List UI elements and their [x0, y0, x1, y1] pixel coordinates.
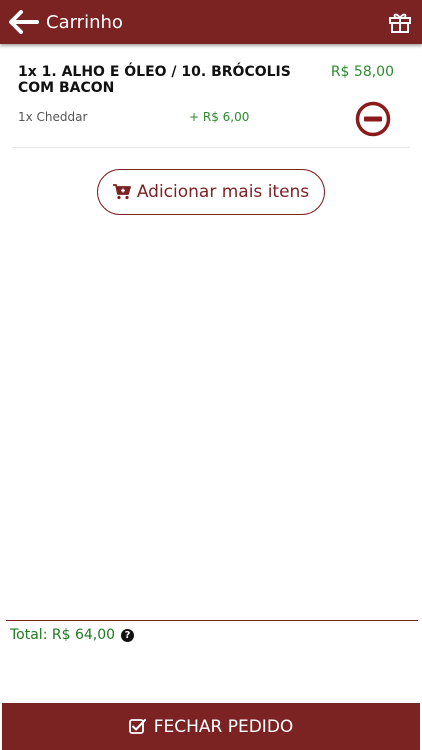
- order-total: Total: R$ 64,00 ?: [10, 627, 135, 643]
- total-label: Total: R$ 64,00: [10, 627, 116, 643]
- remove-item-button[interactable]: [355, 101, 391, 137]
- cart-item-price: R$ 58,00: [330, 64, 394, 80]
- add-more-items-button[interactable]: Adicionar mais itens: [97, 169, 325, 215]
- total-divider: [6, 620, 418, 621]
- question-circle-icon[interactable]: ?: [121, 628, 135, 642]
- minus-circle-icon: [355, 101, 391, 137]
- arrow-left-icon: [9, 10, 39, 34]
- cart-plus-icon: [112, 184, 131, 200]
- back-button[interactable]: [4, 0, 44, 44]
- add-more-items-label: Adicionar mais itens: [136, 182, 310, 202]
- page-title: Carrinho: [46, 11, 123, 33]
- checkout-button[interactable]: FECHAR PEDIDO: [2, 703, 420, 750]
- gift-button[interactable]: [386, 8, 414, 36]
- app-header: Carrinho: [0, 0, 422, 44]
- addon-price: + R$ 6,00: [189, 110, 250, 124]
- cart-item: 1x 1. ALHO E ÓLEO / 10. BRÓCOLIS COM BAC…: [12, 44, 410, 148]
- cart-item-name: 1x 1. ALHO E ÓLEO / 10. BRÓCOLIS COM BAC…: [18, 64, 291, 96]
- check-square-icon: [128, 719, 146, 734]
- checkout-label: FECHAR PEDIDO: [153, 716, 294, 737]
- addon-name: 1x Cheddar: [18, 110, 88, 124]
- gift-icon: [389, 13, 411, 33]
